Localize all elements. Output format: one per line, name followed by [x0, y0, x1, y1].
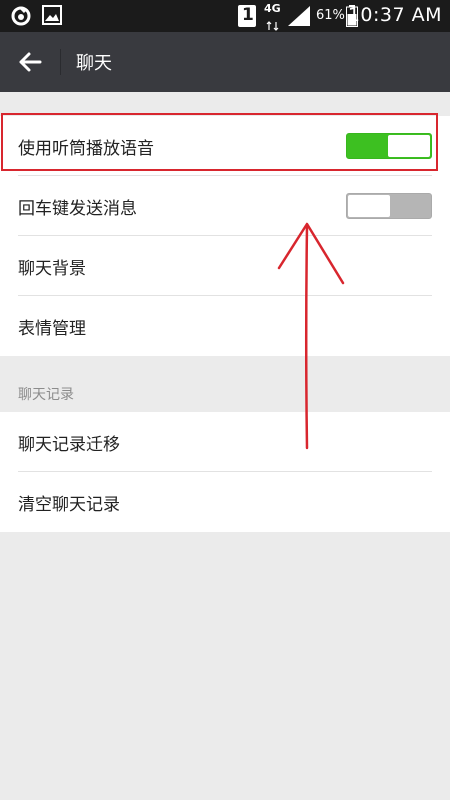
list-item-label: 聊天背景	[18, 259, 86, 279]
list-item-sticker-management[interactable]: 表情管理	[0, 296, 450, 356]
signal-icon	[288, 6, 310, 30]
page-title: 聊天	[76, 53, 112, 74]
status-bar: 1 4G 61% 10:37 AM	[0, 0, 450, 32]
list-item-chat-background[interactable]: 聊天背景	[0, 236, 450, 296]
earpiece-toggle[interactable]	[346, 133, 432, 159]
title-bar: 聊天	[0, 32, 450, 92]
list-item-label: 聊天记录迁移	[18, 435, 120, 455]
title-divider	[60, 49, 61, 75]
list-item-enter-to-send[interactable]: 回车键发送消息	[0, 176, 450, 236]
toggle-knob	[348, 195, 390, 217]
sim-badge: 1	[242, 5, 254, 25]
list-item-label: 使用听筒播放语音	[18, 139, 154, 159]
back-arrow-icon[interactable]	[16, 48, 44, 76]
notification-swirl-icon	[10, 5, 32, 31]
list-item-migrate-history[interactable]: 聊天记录迁移	[0, 412, 450, 472]
list-item-label: 回车键发送消息	[18, 199, 137, 219]
list-item-clear-history[interactable]: 清空聊天记录	[0, 472, 450, 532]
clock: 10:37 AM	[347, 4, 442, 26]
chat-history-group: 聊天记录迁移 清空聊天记录	[0, 412, 450, 532]
toggle-knob	[388, 135, 430, 157]
list-item-label: 清空聊天记录	[18, 495, 120, 515]
chat-settings-group: 使用听筒播放语音 回车键发送消息 聊天背景 表情管理	[0, 116, 450, 356]
enter-send-toggle[interactable]	[346, 193, 432, 219]
battery-percent: 61%	[316, 8, 345, 23]
list-item-earpiece-playback[interactable]: 使用听筒播放语音	[0, 116, 450, 176]
gallery-icon	[42, 5, 62, 29]
list-item-label: 表情管理	[18, 319, 86, 339]
network-type: 4G	[264, 2, 281, 15]
section-header-chat-history: 聊天记录	[18, 387, 74, 403]
